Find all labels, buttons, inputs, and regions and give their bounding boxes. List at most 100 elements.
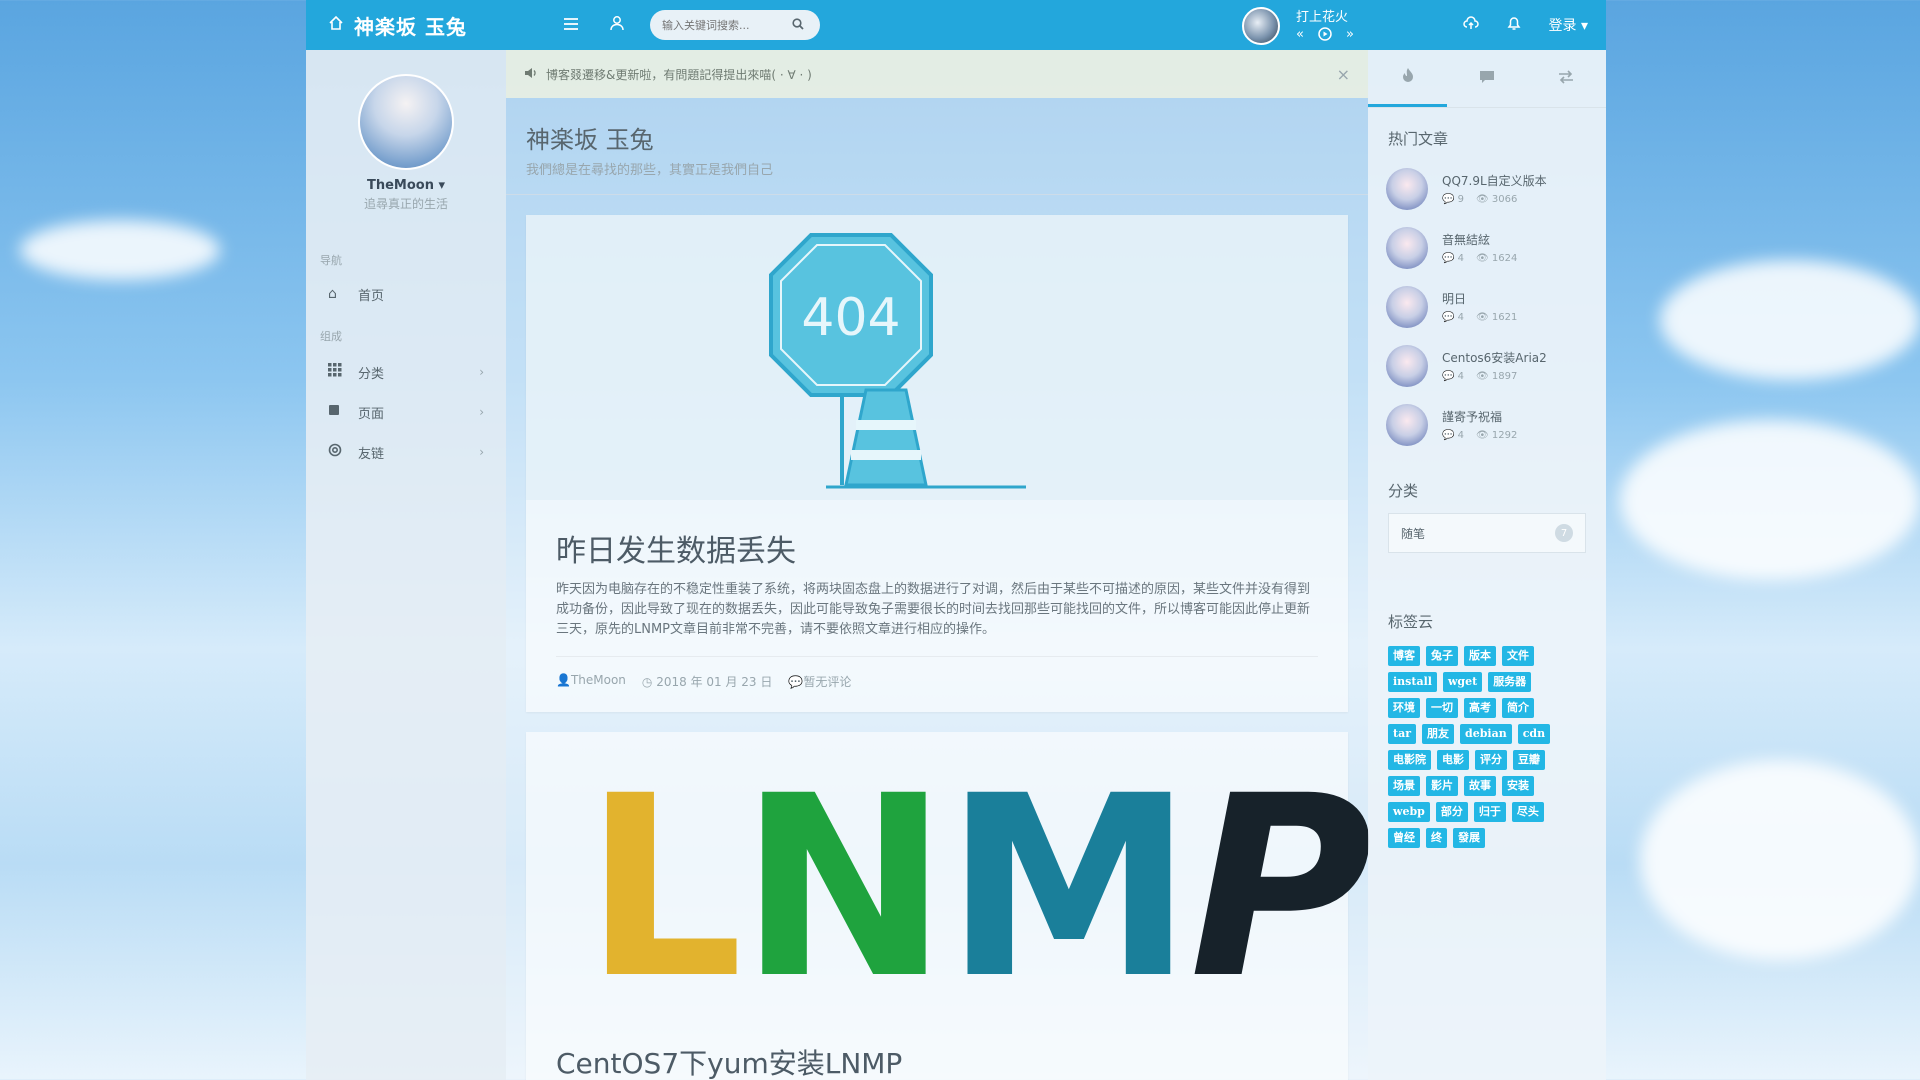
tag[interactable]: 电影院 <box>1388 750 1431 770</box>
post-author-link[interactable]: 👤TheMoon <box>556 673 626 690</box>
user-name-dropdown[interactable]: TheMoon ▾ <box>306 178 506 193</box>
tag[interactable]: 版本 <box>1464 646 1496 666</box>
bell-icon[interactable] <box>1507 15 1521 35</box>
tag[interactable]: 朋友 <box>1422 724 1455 744</box>
grid-icon <box>328 363 358 381</box>
tag[interactable]: cdn <box>1517 724 1551 744</box>
tag[interactable]: 环境 <box>1388 698 1420 718</box>
tag[interactable]: 电影 <box>1437 750 1469 770</box>
main-content: 博客叕遷移&更新啦，有問題記得提出來喵( · ∀ · ) × 神楽坂 玉兔 我們… <box>506 50 1373 1080</box>
sidebar-item-links[interactable]: 友链 › <box>306 432 506 472</box>
player-song-title: 打上花火 <box>1296 10 1349 25</box>
play-icon[interactable] <box>1318 27 1332 45</box>
tag-cloud: 博客 兔子 版本 文件 install wget 服务器 环境 一切 高考 简介… <box>1388 646 1568 848</box>
tag[interactable]: 影片 <box>1426 776 1458 796</box>
post-meta: 👤TheMoon ◷ 2018 年 01 月 23 日 💬暂无评论 <box>556 656 1318 690</box>
hot-post-title: Centos6安装Aria2 <box>1442 351 1547 365</box>
clock-icon: ◷ <box>641 675 653 689</box>
list-item[interactable]: QQ7.9L自定义版本 💬 9 👁 3066 <box>1368 159 1606 218</box>
chevron-right-icon: › <box>479 445 484 459</box>
background-cloud <box>1660 260 1920 380</box>
list-item[interactable]: 明日 💬 4 👁 1621 <box>1368 277 1606 336</box>
views-value: 1621 <box>1491 312 1518 323</box>
hot-posts-list: QQ7.9L自定义版本 💬 9 👁 3066 音無結絃 💬 4 👁 1624 明日 … <box>1368 159 1606 454</box>
brand[interactable]: 神楽坂 玉兔 <box>328 11 528 40</box>
tag[interactable]: 兔子 <box>1426 646 1458 666</box>
tab-hot[interactable] <box>1368 50 1448 107</box>
sidebar-item-label: 友链 <box>358 446 385 462</box>
tag[interactable]: 服务器 <box>1488 672 1532 692</box>
logo-letter: P <box>1189 742 1372 1033</box>
post-title[interactable]: CentOS7下yum安装LNMP <box>556 1042 902 1080</box>
tag[interactable]: 高考 <box>1464 698 1496 718</box>
tab-comments[interactable] <box>1447 50 1526 107</box>
sidebar-item-category[interactable]: 分类 › <box>306 352 506 392</box>
views-count: 👁 1897 <box>1476 371 1518 382</box>
views-count: 👁 1624 <box>1476 253 1518 264</box>
next-icon[interactable]: » <box>1346 27 1354 45</box>
search-icon[interactable] <box>792 17 804 33</box>
tag[interactable]: 场景 <box>1388 776 1420 796</box>
tag[interactable]: 曾经 <box>1388 828 1420 848</box>
previous-icon[interactable]: « <box>1296 27 1304 45</box>
post-thumbnail[interactable]: 404 <box>526 215 1348 500</box>
tag[interactable]: tar <box>1388 724 1417 744</box>
tag[interactable]: debian <box>1460 724 1512 744</box>
caret-down-icon: ▾ <box>1580 18 1588 34</box>
tag[interactable]: 發展 <box>1453 828 1485 848</box>
tag[interactable]: 文件 <box>1502 646 1534 666</box>
tag[interactable]: 部分 <box>1435 802 1468 822</box>
tag[interactable]: wget <box>1442 672 1483 692</box>
tag[interactable]: 博客 <box>1388 646 1420 666</box>
cloud-upload-icon[interactable] <box>1462 16 1479 34</box>
user-avatar[interactable] <box>358 74 454 170</box>
tab-random[interactable] <box>1527 50 1606 107</box>
tag[interactable]: 豆瓣 <box>1513 750 1545 770</box>
post-date-text: 2018 年 01 月 23 日 <box>656 675 773 689</box>
login-dropdown[interactable]: 登录 ▾ <box>1549 15 1588 35</box>
post-avatar <box>1386 285 1428 328</box>
close-icon[interactable]: × <box>1337 65 1350 84</box>
tag[interactable]: install <box>1388 672 1437 692</box>
chevron-right-icon: › <box>479 365 484 379</box>
sidebar-item-pages[interactable]: 页面 › <box>306 392 506 432</box>
list-item[interactable]: Centos6安装Aria2 💬 4 👁 1897 <box>1368 336 1606 395</box>
tag[interactable]: 归于 <box>1473 802 1506 822</box>
list-item[interactable]: 音無結絃 💬 4 👁 1624 <box>1368 218 1606 277</box>
lnmp-logo-image[interactable]: LNMP <box>584 742 1373 1033</box>
post-avatar <box>1386 167 1428 210</box>
post-comments-link[interactable]: 💬暂无评论 <box>788 673 851 690</box>
tag[interactable]: 评分 <box>1475 750 1507 770</box>
user-motto: 追尋真正的生活 <box>363 197 448 211</box>
search-input[interactable] <box>662 18 792 32</box>
tag[interactable]: 尽头 <box>1511 802 1544 822</box>
player-album-avatar[interactable] <box>1242 6 1280 45</box>
tag[interactable]: 安装 <box>1502 776 1534 796</box>
user-icon: 👤 <box>556 673 571 687</box>
post-title[interactable]: 昨日发生数据丢失 <box>556 526 1318 570</box>
file-icon <box>328 404 358 420</box>
top-navbar: 神楽坂 玉兔 打上花火 « » 登录 ▾ <box>306 0 1606 50</box>
post-comments-text: 暂无评论 <box>803 675 852 689</box>
hot-post-title: 音無結絃 <box>1442 233 1491 247</box>
tag[interactable]: 终 <box>1426 828 1447 848</box>
category-item[interactable]: 随笔 7 <box>1388 513 1586 553</box>
tag[interactable]: 故事 <box>1464 776 1496 796</box>
notice-text: 博客叕遷移&更新啦，有問題記得提出來喵( · ∀ · ) <box>546 67 812 82</box>
user-icon[interactable] <box>594 15 640 35</box>
list-item[interactable]: 謹寄予祝福 💬 4 👁 1292 <box>1368 395 1606 454</box>
background-cloud <box>1620 420 1920 580</box>
views-value: 1292 <box>1491 430 1518 441</box>
menu-list-icon[interactable] <box>548 16 594 35</box>
tag[interactable]: 简介 <box>1502 698 1534 718</box>
page-title: 神楽坂 玉兔 <box>526 126 654 154</box>
home-icon <box>328 15 344 35</box>
sidebar-item-home[interactable]: ⌂ 首页 <box>306 274 506 314</box>
post-avatar <box>1386 403 1428 446</box>
post-card: LNMP CentOS7下yum安装LNMP <box>526 732 1373 1080</box>
tag[interactable]: 一切 <box>1426 698 1458 718</box>
caret-down-icon: ▾ <box>438 178 446 193</box>
comments-icon: 💬 <box>788 675 804 689</box>
tag[interactable]: webp <box>1388 802 1430 822</box>
hot-posts-heading: 热门文章 <box>1388 130 1449 148</box>
